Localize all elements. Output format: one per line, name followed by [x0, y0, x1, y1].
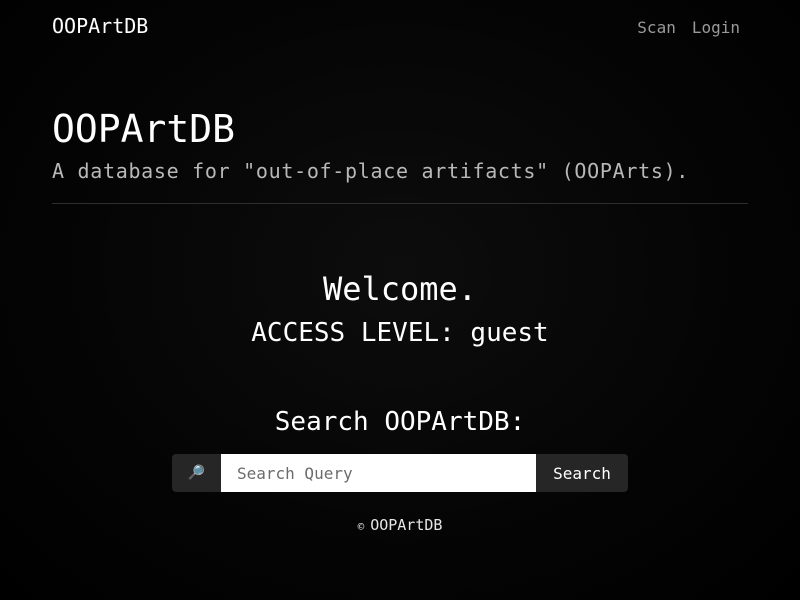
page-subtitle: A database for "out-of-place artifacts" …	[52, 159, 690, 183]
nav-link-scan[interactable]: Scan	[637, 18, 676, 37]
nav-link-login[interactable]: Login	[692, 18, 740, 37]
navbar: OOPArtDB Scan Login	[0, 0, 800, 56]
access-level-text: ACCESS LEVEL: guest	[251, 318, 549, 348]
footer: © OOPArtDB	[0, 514, 800, 538]
welcome-heading: Welcome.	[322, 270, 478, 308]
search-button[interactable]: Search	[536, 454, 628, 492]
navbar-brand[interactable]: OOPArtDB	[52, 14, 148, 38]
hero-divider	[52, 203, 748, 204]
search-form: 🔎 Search	[172, 454, 628, 492]
nav-links: Scan Login	[637, 18, 740, 37]
hero: OOPArtDB A database for "out-of-place ar…	[52, 104, 748, 186]
copyright-symbol: ©	[357, 520, 365, 533]
footer-text: OOPArtDB	[370, 516, 443, 534]
page-title: OOPArtDB	[52, 107, 236, 151]
search-input[interactable]	[221, 454, 536, 492]
search-heading: Search OOPArtDB:	[274, 407, 526, 437]
magnifying-glass-icon: 🔎	[172, 454, 221, 492]
page: OOPArtDB Scan Login OOPArtDB A database …	[0, 0, 800, 600]
